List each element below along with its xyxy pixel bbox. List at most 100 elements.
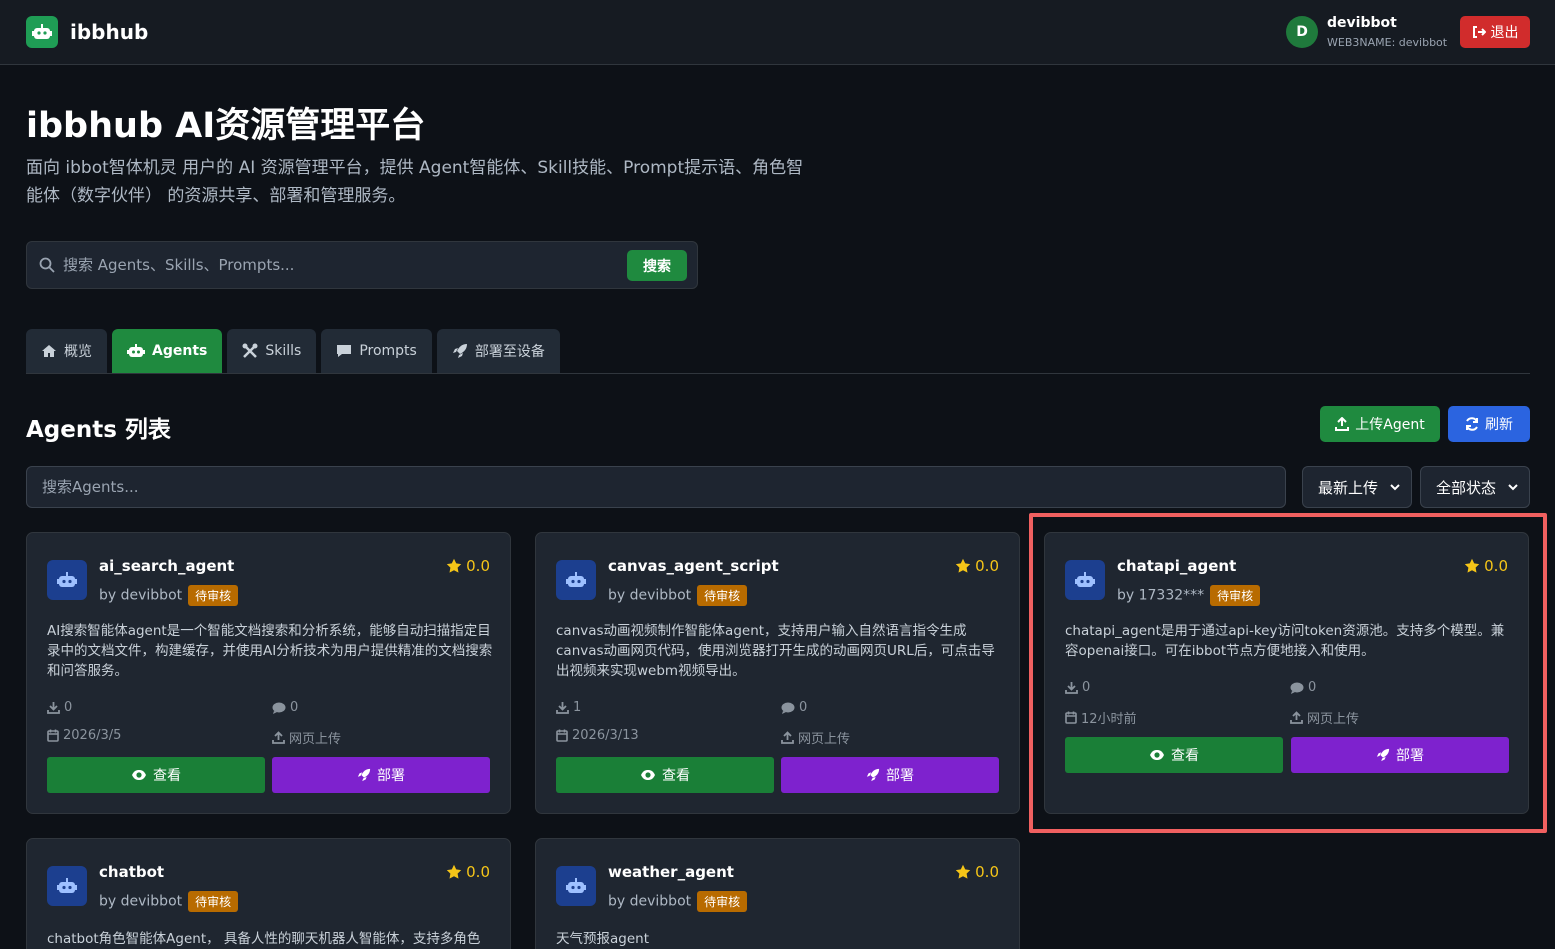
search-button[interactable]: 搜索 <box>627 250 687 281</box>
agent-description: 天气预报agent <box>556 931 649 947</box>
calendar-icon <box>556 729 568 742</box>
agent-name[interactable]: weather_agent <box>608 863 734 881</box>
date-value: 2026/3/13 <box>572 728 639 743</box>
upload-agent-button[interactable]: 上传Agent <box>1320 406 1440 442</box>
comment-icon <box>272 702 286 714</box>
upload-date: 2026/3/5 <box>47 728 121 743</box>
robot-icon <box>556 560 596 600</box>
agent-search-input[interactable] <box>26 466 1286 508</box>
deploy-label: 部署 <box>377 768 405 784</box>
status-badge: 待审核 <box>188 891 239 912</box>
agent-card: canvas_agent_script by devibbot 待审核 0.0 c… <box>535 532 1020 814</box>
rocket-icon <box>452 344 467 358</box>
rocket-icon <box>357 768 371 782</box>
deploy-button[interactable]: 部署 <box>272 757 490 793</box>
agent-name[interactable]: chatapi_agent <box>1117 557 1236 575</box>
view-button[interactable]: 查看 <box>47 757 265 793</box>
sign-out-icon <box>1472 26 1486 38</box>
comment-icon <box>1290 682 1304 694</box>
download-value: 1 <box>573 700 582 715</box>
author-text: by devibbot <box>608 587 692 604</box>
star-icon <box>446 864 462 879</box>
sort-select[interactable]: 最新上传 <box>1302 466 1412 508</box>
brand-name[interactable]: ibbhub <box>70 20 148 44</box>
star-icon <box>446 558 462 573</box>
robot-icon <box>127 344 145 357</box>
status-badge: 待审核 <box>697 585 748 606</box>
page-title: ibbhub AI资源管理平台 <box>26 106 426 146</box>
robot-icon <box>47 560 87 600</box>
agent-card: chatapi_agent by 17332*** 待审核 0.0 chatapi… <box>1044 532 1529 814</box>
calendar-icon <box>47 729 59 742</box>
upload-date: 12小时前 <box>1065 708 1137 727</box>
star-icon <box>955 864 971 879</box>
view-button[interactable]: 查看 <box>1065 737 1283 773</box>
agent-name[interactable]: ai_search_agent <box>99 557 234 575</box>
tab-label: Prompts <box>359 343 417 359</box>
agent-name[interactable]: canvas_agent_script <box>608 557 779 575</box>
agent-rating: 0.0 <box>446 557 490 575</box>
download-value: 0 <box>64 700 73 715</box>
upload-agent-label: 上传Agent <box>1355 417 1425 433</box>
status-badge: 待审核 <box>1210 585 1261 606</box>
global-search: 搜索 <box>26 241 698 289</box>
view-button[interactable]: 查看 <box>556 757 774 793</box>
tabs-divider <box>26 373 1530 374</box>
agent-rating: 0.0 <box>955 557 999 575</box>
comment-value: 0 <box>290 700 299 715</box>
rating-value: 0.0 <box>975 557 999 575</box>
tab-agents[interactable]: Agents <box>112 329 223 373</box>
refresh-button[interactable]: 刷新 <box>1448 406 1530 442</box>
agent-description: canvas动画视频制作智能体agent，支持用户输入自然语言指令生成canva… <box>556 623 995 679</box>
eye-icon <box>1150 750 1164 760</box>
source-value: 网页上传 <box>798 732 851 747</box>
status-select[interactable]: 全部状态 <box>1420 466 1530 508</box>
download-count: 0 <box>47 700 72 715</box>
robot-icon <box>556 866 596 906</box>
agent-rating: 0.0 <box>1464 557 1508 575</box>
agent-rating: 0.0 <box>955 863 999 881</box>
tab-skills[interactable]: Skills <box>227 329 317 373</box>
upload-source: 网页上传 <box>1290 708 1359 727</box>
robot-icon <box>47 866 87 906</box>
home-icon <box>42 345 56 357</box>
agent-rating: 0.0 <box>446 863 490 881</box>
download-icon <box>1065 682 1078 694</box>
upload-icon <box>781 731 794 744</box>
view-label: 查看 <box>153 768 181 784</box>
eye-icon <box>641 770 655 780</box>
comment-value: 0 <box>1308 680 1317 695</box>
rating-value: 0.0 <box>975 863 999 881</box>
calendar-icon <box>1065 711 1077 724</box>
rating-value: 0.0 <box>1484 557 1508 575</box>
global-search-input[interactable] <box>63 250 603 280</box>
deploy-label: 部署 <box>886 768 914 784</box>
deploy-button[interactable]: 部署 <box>781 757 999 793</box>
comment-value: 0 <box>799 700 808 715</box>
search-icon <box>39 257 55 273</box>
agent-description: chatbot角色智能体Agent， 具备人性的聊天机器人智能体，支持多角色 <box>47 931 481 947</box>
eye-icon <box>132 770 146 780</box>
logout-button[interactable]: 退出 <box>1460 16 1530 48</box>
rating-value: 0.0 <box>466 557 490 575</box>
view-label: 查看 <box>1171 748 1199 764</box>
agent-card: ai_search_agent by devibbot 待审核 0.0 AI搜索智… <box>26 532 511 814</box>
tab-overview[interactable]: 概览 <box>26 329 107 373</box>
deploy-button[interactable]: 部署 <box>1291 737 1509 773</box>
agent-description: chatapi_agent是用于通过api-key访问token资源池。支持多个… <box>1065 623 1505 659</box>
tab-deploy-to-device[interactable]: 部署至设备 <box>436 329 560 373</box>
download-count: 0 <box>1065 680 1090 695</box>
tab-label: Skills <box>265 343 302 359</box>
agent-name[interactable]: chatbot <box>99 863 164 881</box>
user-web3name: WEB3NAME: devibbot <box>1327 36 1448 49</box>
upload-icon <box>1290 711 1303 724</box>
comment-icon <box>781 702 795 714</box>
download-icon <box>556 702 569 714</box>
star-icon <box>1464 558 1480 573</box>
robot-logo-icon[interactable] <box>26 16 58 48</box>
tab-prompts[interactable]: Prompts <box>321 329 432 373</box>
main-tabs: 概览 Agents Skills Prompts 部署至设备 <box>26 329 560 373</box>
source-value: 网页上传 <box>1307 712 1360 727</box>
upload-date: 2026/3/13 <box>556 728 639 743</box>
avatar[interactable]: D <box>1286 16 1318 48</box>
